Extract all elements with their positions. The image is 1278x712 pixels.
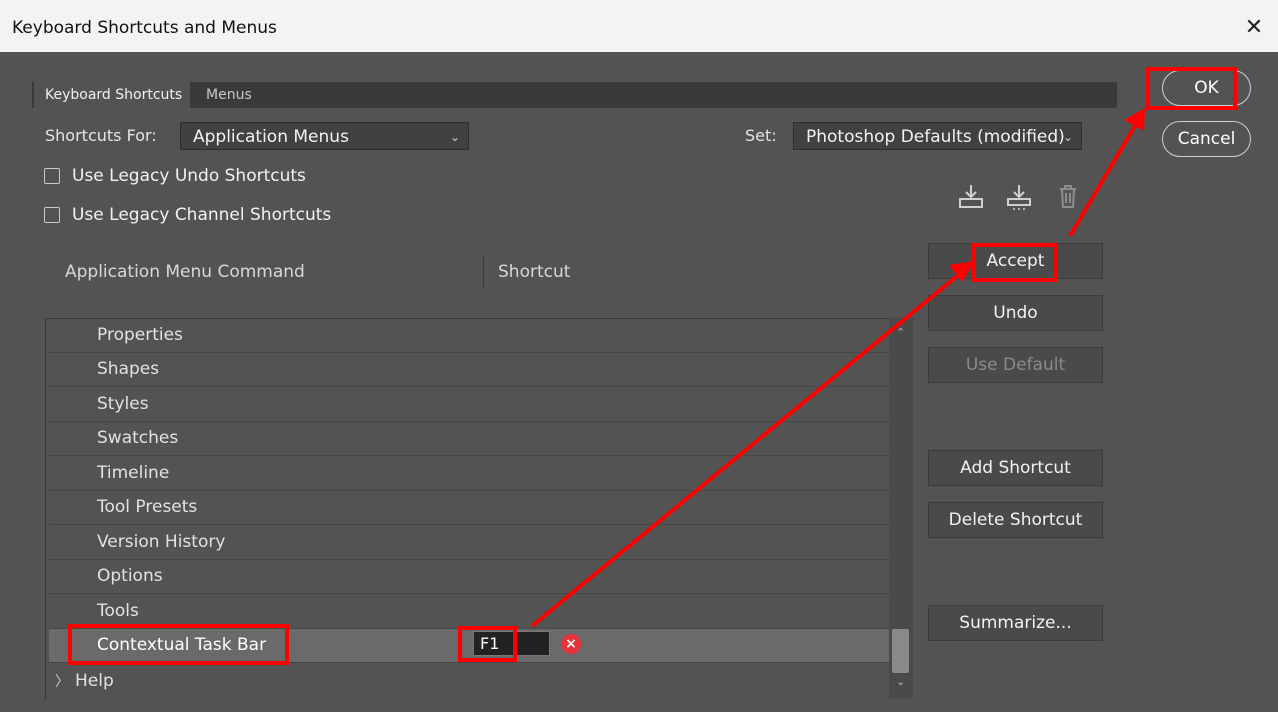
table-row[interactable]: Version History (49, 526, 889, 560)
accept-button[interactable]: Accept (928, 243, 1103, 279)
tab-keyboard-shortcuts[interactable]: Keyboard Shortcuts (34, 82, 190, 108)
add-shortcut-button[interactable]: Add Shortcut (928, 450, 1103, 486)
set-label: Set: (745, 126, 777, 145)
column-header-shortcut: Shortcut (498, 262, 571, 282)
legacy-undo-checkbox[interactable] (44, 168, 60, 184)
legacy-undo-label: Use Legacy Undo Shortcuts (72, 166, 306, 186)
table-row[interactable]: Tool Presets (49, 491, 889, 525)
table-row[interactable]: Shapes (49, 353, 889, 387)
chevron-right-icon: 〉 (55, 674, 69, 690)
undo-button[interactable]: Undo (928, 295, 1103, 331)
scroll-up-icon[interactable]: ⌃ (896, 326, 905, 339)
tab-menus[interactable]: Menus (206, 82, 252, 108)
chevron-down-icon: ⌄ (449, 130, 460, 144)
error-icon[interactable]: × (561, 634, 581, 654)
column-header-command: Application Menu Command (65, 262, 305, 282)
legacy-channel-checkbox[interactable] (44, 207, 60, 223)
cancel-button[interactable]: Cancel (1162, 121, 1251, 157)
tab-bar (32, 82, 1117, 108)
table-row[interactable]: Timeline (49, 457, 889, 491)
scroll-down-icon[interactable]: ⌄ (896, 675, 905, 688)
table-row[interactable]: Tools (49, 595, 889, 629)
table-row-help[interactable]: 〉 Help (49, 665, 889, 697)
set-select[interactable]: Photoshop Defaults (modified) ⌄ (793, 122, 1082, 150)
legacy-channel-label: Use Legacy Channel Shortcuts (72, 205, 332, 225)
table-row[interactable]: Options (49, 560, 889, 594)
table-row[interactable]: Swatches (49, 422, 889, 456)
table-row[interactable]: Properties (49, 319, 889, 353)
use-default-button[interactable]: Use Default (928, 347, 1103, 383)
ok-button[interactable]: OK (1162, 70, 1251, 106)
summarize-button[interactable]: Summarize... (928, 605, 1103, 641)
set-value: Photoshop Defaults (modified) (806, 127, 1065, 147)
chevron-down-icon: ⌄ (1062, 130, 1073, 144)
table-row-selected[interactable]: Contextual Task Bar (49, 629, 889, 663)
scrollbar-thumb[interactable] (892, 629, 909, 673)
shortcuts-for-label: Shortcuts For: (45, 126, 157, 145)
shortcuts-for-select[interactable]: Application Menus ⌄ (180, 122, 469, 150)
delete-shortcut-button[interactable]: Delete Shortcut (928, 502, 1103, 538)
window-title: Keyboard Shortcuts and Menus (12, 18, 277, 38)
shortcut-input[interactable]: F1 (473, 631, 550, 656)
column-divider (483, 256, 484, 288)
shortcuts-for-value: Application Menus (193, 127, 349, 147)
title-bar: Keyboard Shortcuts and Menus ✕ (0, 0, 1278, 52)
close-icon[interactable]: ✕ (1230, 8, 1278, 48)
table-row[interactable]: Styles (49, 388, 889, 422)
save-set-icon[interactable] (957, 182, 985, 210)
save-copy-icon[interactable] (1005, 182, 1033, 210)
trash-icon (1060, 185, 1076, 208)
